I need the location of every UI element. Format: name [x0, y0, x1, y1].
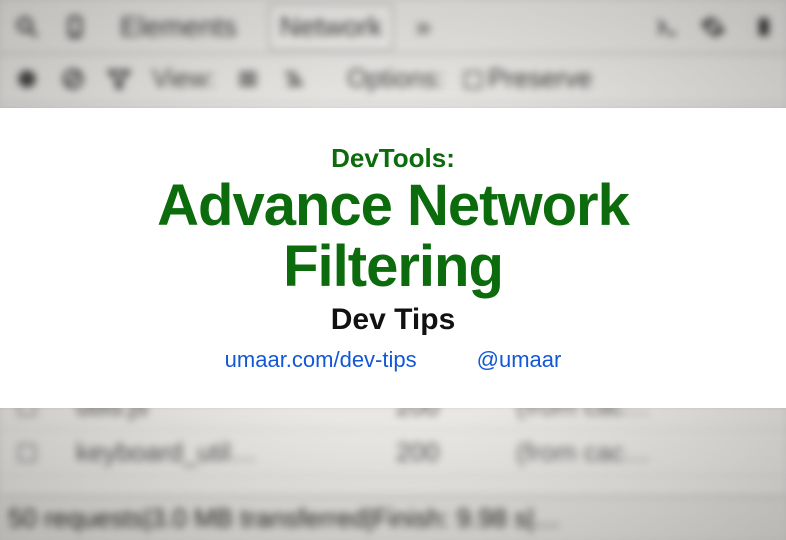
status-tail: …	[534, 503, 560, 534]
device-icon[interactable]	[62, 14, 88, 40]
preserve-log-label: Preserve	[488, 63, 592, 93]
title-card: DevTools: Advance Network Filtering Dev …	[0, 108, 786, 408]
devtools-status-bar: 50 requests | 3.0 MB transferred | Finis…	[0, 496, 786, 540]
record-icon[interactable]	[14, 66, 40, 92]
status-requests: 50 requests	[8, 503, 144, 534]
search-icon[interactable]	[14, 14, 40, 40]
headline-line-2: Filtering	[157, 237, 629, 298]
list-view-icon[interactable]	[235, 66, 261, 92]
tabs-overflow-icon[interactable]: »	[415, 11, 431, 43]
devtools-toolbar-network: View: Options: Preserve	[0, 54, 786, 104]
title-headline: Advance Network Filtering	[157, 176, 629, 298]
network-row[interactable]: keyboard_util… 200 (from cac…	[0, 430, 786, 476]
console-icon[interactable]	[654, 14, 680, 40]
status-sep: |	[527, 503, 534, 534]
devtools-toolbar-top: Elements Network »	[0, 0, 786, 54]
tab-elements[interactable]: Elements	[110, 5, 247, 49]
headline-line-1: Advance Network	[157, 176, 629, 237]
dock-icon[interactable]	[746, 14, 772, 40]
gear-icon[interactable]	[700, 14, 726, 40]
file-icon	[18, 444, 36, 462]
title-kicker: DevTools:	[331, 143, 455, 174]
request-name: keyboard_util…	[76, 437, 356, 468]
title-subtitle: Dev Tips	[331, 303, 456, 337]
view-label: View:	[152, 63, 215, 94]
site-link[interactable]: umaar.com/dev-tips	[225, 347, 417, 373]
filter-icon[interactable]	[106, 66, 132, 92]
options-label: Options:	[347, 63, 444, 94]
request-size: (from cac…	[516, 437, 650, 468]
request-status: 200	[396, 437, 476, 468]
waterfall-view-icon[interactable]	[281, 66, 307, 92]
status-sep: |	[366, 503, 373, 534]
tab-network[interactable]: Network	[269, 4, 394, 50]
status-transferred: 3.0 MB transferred	[151, 503, 366, 534]
status-finish: Finish: 9.98 s	[373, 503, 528, 534]
status-sep: |	[144, 503, 151, 534]
twitter-handle-link[interactable]: @umaar	[477, 347, 562, 373]
clear-icon[interactable]	[60, 66, 86, 92]
preserve-log-checkbox[interactable]: Preserve	[464, 63, 592, 94]
